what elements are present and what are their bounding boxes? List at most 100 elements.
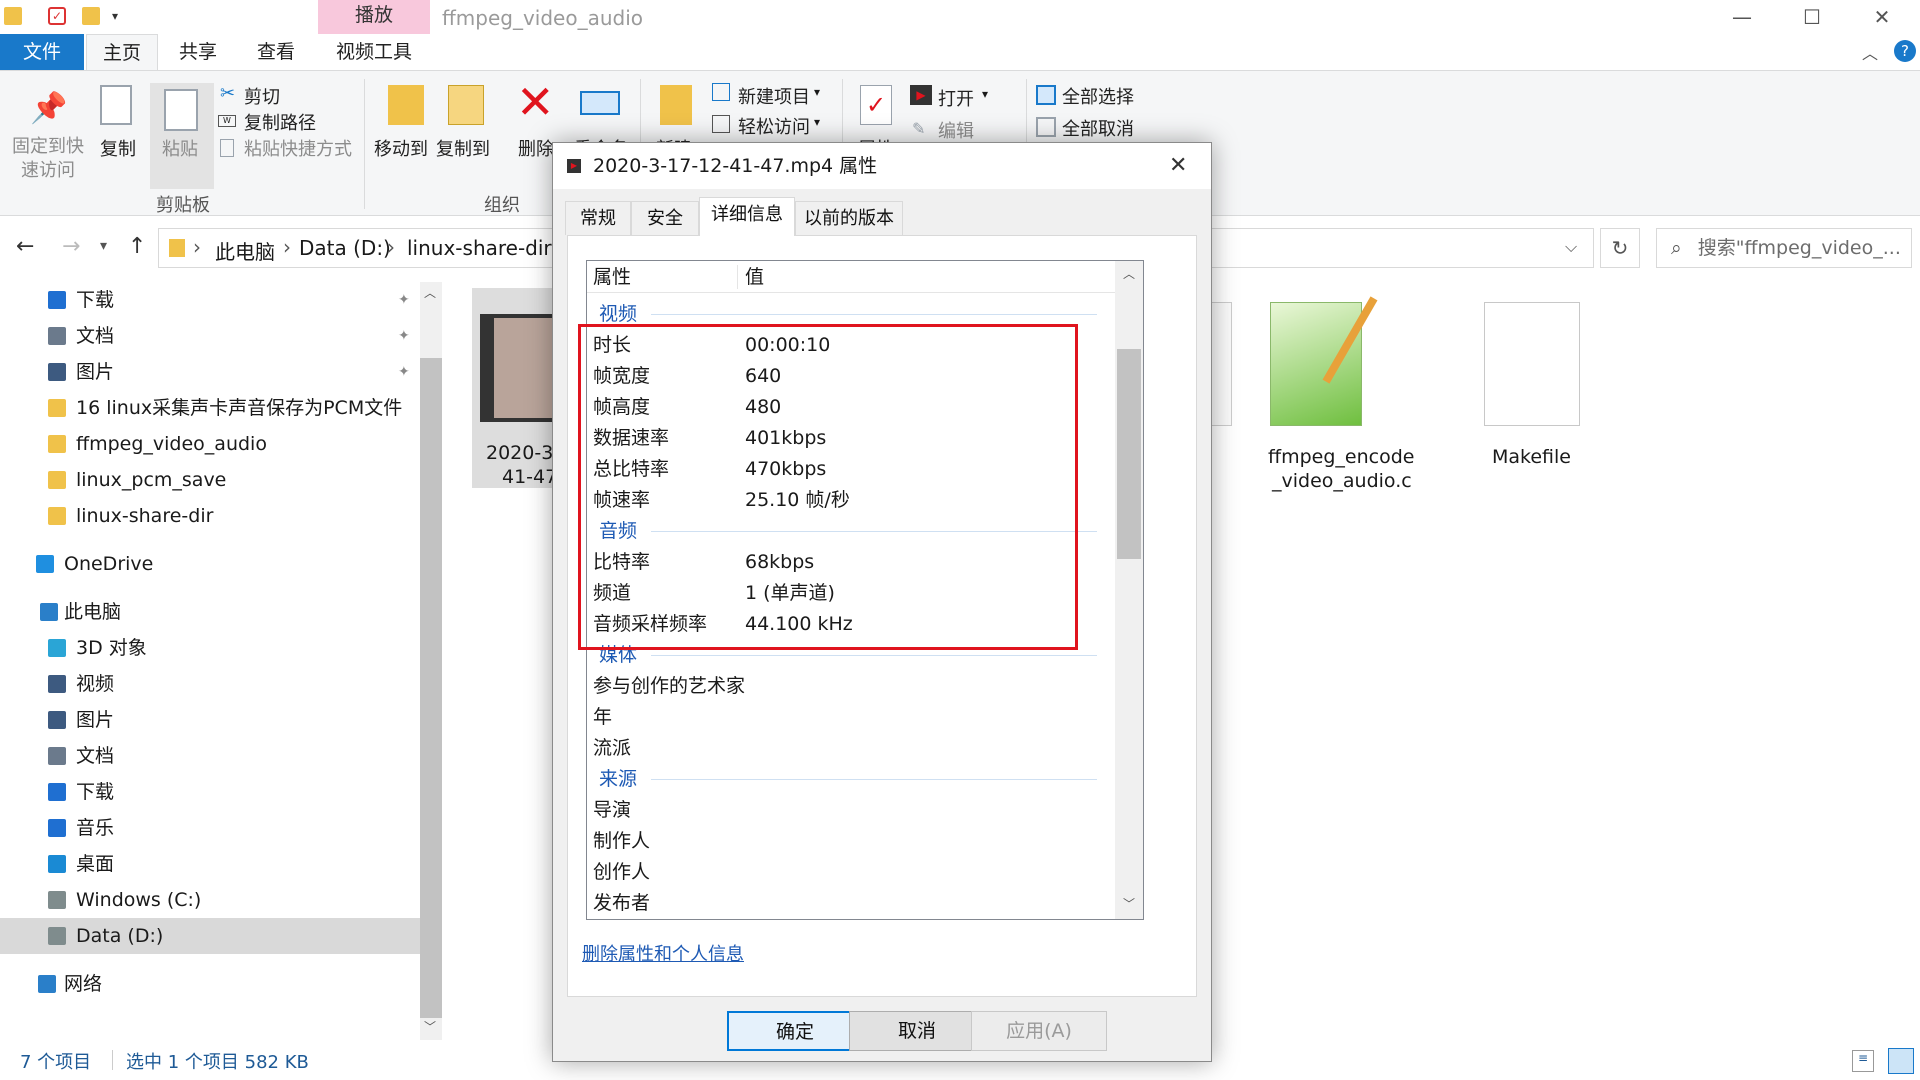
select-all-button[interactable]: 全部选择 xyxy=(1062,83,1134,109)
property-row[interactable]: 年 xyxy=(587,702,1115,733)
drive-icon xyxy=(48,891,66,909)
sidebar-item[interactable]: 3D 对象 xyxy=(0,630,420,666)
file-item-partial[interactable] xyxy=(1210,302,1232,426)
sidebar-item[interactable]: 下载 xyxy=(0,774,420,810)
sidebar-item[interactable]: OneDrive xyxy=(0,546,420,582)
refresh-icon[interactable]: ↻ xyxy=(1600,228,1640,268)
ok-button[interactable]: 确定 xyxy=(727,1011,863,1051)
sidebar-item[interactable]: 文档 ✦ xyxy=(0,318,420,354)
cancel-button[interactable]: 取消 xyxy=(849,1011,985,1051)
sidebar-item[interactable]: 下载 ✦ xyxy=(0,282,420,318)
customize-chevron-icon[interactable]: ▾ xyxy=(112,7,130,25)
sidebar-item[interactable]: 文档 xyxy=(0,738,420,774)
move-to-button[interactable]: 移动到 xyxy=(374,135,428,161)
details-view-icon[interactable]: ≡ xyxy=(1852,1050,1874,1072)
property-row[interactable]: 参与创作的艺术家 xyxy=(587,671,1115,702)
scroll-up-icon[interactable]: ︿ xyxy=(1123,265,1135,282)
breadcrumb-linux-share-dir[interactable]: linux-share-dir xyxy=(407,236,552,260)
breadcrumb-data-d[interactable]: Data (D:) xyxy=(299,236,391,260)
open-button[interactable]: 打开 xyxy=(938,85,974,111)
sidebar-item[interactable]: 桌面 xyxy=(0,846,420,882)
tab-video-tools[interactable]: 视频工具 xyxy=(318,34,430,70)
sidebar-item[interactable]: 图片 xyxy=(0,702,420,738)
large-icons-view-icon[interactable] xyxy=(1888,1048,1914,1074)
delete-button[interactable]: 删除 xyxy=(518,135,554,161)
tab-home[interactable]: 主页 xyxy=(86,34,158,70)
scroll-down-icon[interactable]: ﹀ xyxy=(424,1018,436,1035)
sidebar-item[interactable]: 图片 ✦ xyxy=(0,354,420,390)
tab-file[interactable]: 文件 xyxy=(0,34,84,70)
up-arrow-icon[interactable]: ↑ xyxy=(128,234,146,259)
file-name-line2: 41-47 xyxy=(502,466,558,488)
sidebar-item[interactable]: Windows (C:) xyxy=(0,882,420,918)
file-item-makefile[interactable]: Makefile xyxy=(1462,292,1582,468)
property-row[interactable]: 创作人 xyxy=(587,857,1115,888)
properties-check-icon[interactable]: ✓ xyxy=(48,7,66,25)
property-list-header: 属性 值 xyxy=(587,261,1115,293)
sidebar-item[interactable]: linux-share-dir xyxy=(0,498,420,534)
new-item-button[interactable]: 新建项目 xyxy=(738,83,810,109)
minimize-button[interactable]: — xyxy=(1712,0,1772,34)
sidebar-item[interactable]: ffmpeg_video_audio xyxy=(0,426,420,462)
sidebar-scrollbar[interactable]: ︿ ﹀ xyxy=(420,282,442,1042)
tab-view[interactable]: 查看 xyxy=(244,34,308,70)
copy-to-button[interactable]: 复制到 xyxy=(436,135,490,161)
breadcrumb-this-pc[interactable]: 此电脑 xyxy=(215,236,275,265)
column-header-value[interactable]: 值 xyxy=(745,261,764,293)
maximize-button[interactable]: ☐ xyxy=(1782,0,1842,34)
select-none-button[interactable]: 全部取消 xyxy=(1062,115,1134,141)
search-input[interactable]: ⌕ 搜索"ffmpeg_video_... xyxy=(1656,228,1912,268)
edit-button[interactable]: 编辑 xyxy=(938,117,974,143)
close-window-button[interactable]: ✕ xyxy=(1852,0,1912,34)
column-header-property[interactable]: 属性 xyxy=(593,261,631,293)
file-item-notepad[interactable]: ffmpeg_encode _video_audio.c xyxy=(1268,292,1430,502)
property-row[interactable]: 制作人 xyxy=(587,826,1115,857)
property-row[interactable]: 发布者 xyxy=(587,888,1115,919)
sidebar-item[interactable]: 网络 xyxy=(0,966,420,1002)
tab-general[interactable]: 常规 xyxy=(565,201,631,235)
scroll-up-icon[interactable]: ︿ xyxy=(424,284,436,301)
sidebar-item[interactable]: 音乐 xyxy=(0,810,420,846)
copy-path-button[interactable]: 复制路径 xyxy=(244,109,316,135)
copy-button[interactable]: 复制 xyxy=(100,135,136,161)
address-dropdown-icon[interactable]: ⌵ xyxy=(1565,237,1577,257)
dialog-close-icon[interactable]: ✕ xyxy=(1169,143,1187,189)
help-icon[interactable]: ? xyxy=(1894,40,1916,62)
scroll-thumb[interactable] xyxy=(420,358,442,1018)
file-item-video[interactable]: 2020-3- 41-47 xyxy=(472,288,564,488)
easy-access-icon xyxy=(712,115,730,133)
new-folder-icon xyxy=(660,85,692,125)
sidebar-item[interactable]: 视频 xyxy=(0,666,420,702)
new-folder-icon[interactable] xyxy=(82,7,100,25)
scroll-down-icon[interactable]: ﹀ xyxy=(1123,895,1135,912)
folder-icon[interactable] xyxy=(4,7,22,25)
scroll-thumb[interactable] xyxy=(1117,349,1141,559)
back-arrow-icon[interactable]: ← xyxy=(16,234,34,259)
sidebar-item[interactable]: 此电脑 xyxy=(0,594,420,630)
forward-arrow-icon[interactable]: → xyxy=(62,234,80,259)
collapse-ribbon-icon[interactable]: ︿ xyxy=(1862,40,1878,64)
tab-share[interactable]: 共享 xyxy=(166,34,230,70)
group-divider xyxy=(651,314,1097,315)
property-list-scrollbar[interactable]: ︿ ﹀ xyxy=(1115,261,1143,919)
clipboard-group-label: 剪贴板 xyxy=(156,195,210,216)
pin-icon: ✦ xyxy=(398,328,410,344)
tab-details[interactable]: 详细信息 xyxy=(699,197,795,236)
paste-label: 粘贴 xyxy=(162,139,198,160)
paste-button-bg[interactable]: 粘贴 xyxy=(150,83,214,189)
sidebar-item[interactable]: linux_pcm_save xyxy=(0,462,420,498)
sidebar-item[interactable]: Data (D:) xyxy=(0,918,420,954)
paste-shortcut-button[interactable]: 粘贴快捷方式 xyxy=(244,135,352,161)
pin-quick-access-button[interactable]: 固定到快 速访问 xyxy=(12,135,84,183)
property-row[interactable]: 流派 xyxy=(587,733,1115,764)
easy-access-button[interactable]: 轻松访问 xyxy=(738,113,810,139)
tab-security[interactable]: 安全 xyxy=(631,201,699,235)
ribbon-separator xyxy=(364,79,365,209)
apply-button[interactable]: 应用(A) xyxy=(971,1011,1107,1051)
cut-button[interactable]: 剪切 xyxy=(244,83,280,109)
sidebar-item[interactable]: 16 linux采集声卡声音保存为PCM文件 xyxy=(0,390,420,426)
remove-properties-link[interactable]: 删除属性和个人信息 xyxy=(582,940,744,966)
property-row[interactable]: 导演 xyxy=(587,795,1115,826)
tab-previous-versions[interactable]: 以前的版本 xyxy=(795,201,903,235)
recent-dropdown-icon[interactable]: ▾ xyxy=(100,238,107,254)
